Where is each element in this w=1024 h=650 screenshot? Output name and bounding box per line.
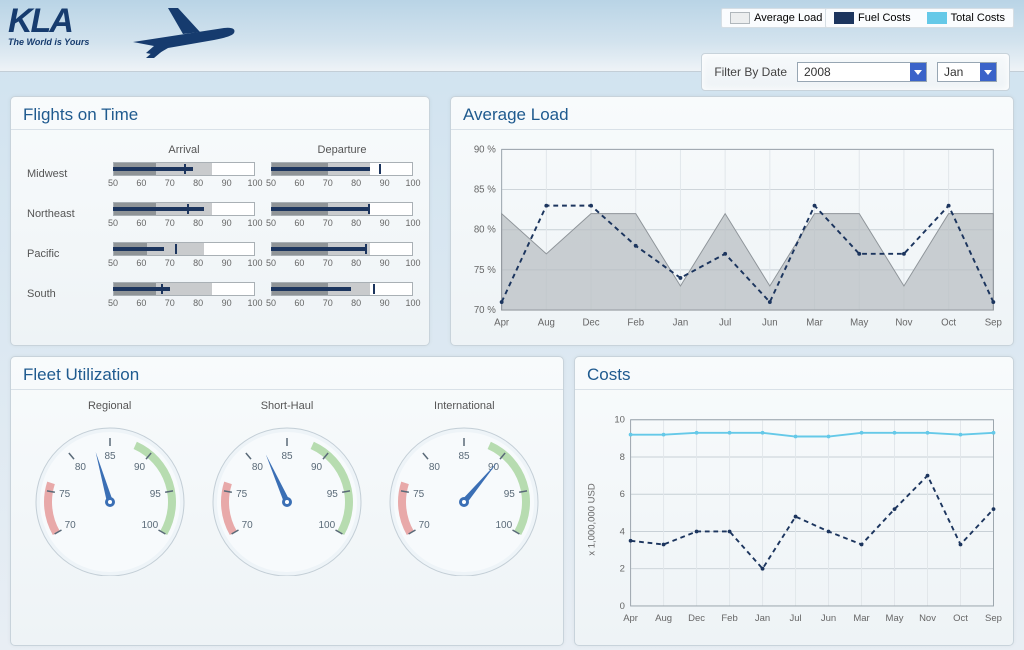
panel-title: Costs [575,357,1013,390]
svg-text:Dec: Dec [688,613,705,624]
flights-panel: Flights on Time Arrival Departure Midwes… [10,96,430,346]
gauge-shorthaul: 70 75 80 85 90 95 100 [207,416,367,576]
svg-text:100: 100 [141,520,158,531]
gauge-international: 707580859095100 [384,416,544,576]
svg-text:95: 95 [327,489,339,500]
svg-text:80: 80 [75,462,87,473]
svg-text:75 %: 75 % [474,265,496,276]
bullet-chart: 5060708090100 [271,242,413,276]
svg-text:Jan: Jan [673,318,689,329]
bullet-chart: 5060708090100 [271,162,413,196]
filter-bar: Filter By Date 2008 Jan [701,53,1010,91]
svg-text:8: 8 [620,452,625,463]
region-label: Pacific [27,242,97,276]
region-label: Northeast [27,202,97,236]
svg-text:85: 85 [459,451,471,462]
gauge-title: Short-Haul [207,400,367,412]
svg-text:May: May [886,613,904,624]
avgload-panel: Average Load Average Load Factor Breakev… [450,96,1014,346]
bullet-chart: 5060708090100 [271,202,413,236]
year-dropdown[interactable]: 2008 [797,62,927,82]
bullet-chart: 5060708090100 [271,282,413,316]
svg-text:Jan: Jan [755,613,770,624]
svg-text:6: 6 [620,489,625,500]
bullet-chart: 5060708090100 [113,242,255,276]
svg-text:75: 75 [413,489,425,500]
svg-text:2: 2 [620,564,625,575]
svg-text:x 1,000,000 USD: x 1,000,000 USD [587,483,598,555]
panel-title: Flights on Time [11,97,429,130]
logo: KLA The World is Yours [8,2,228,62]
svg-text:Nov: Nov [895,318,912,329]
filter-label: Filter By Date [714,65,787,79]
bullets-grid: Arrival Departure Midwest 5060708090100 50… [21,136,419,316]
col-departure: Departure [271,144,413,156]
svg-text:Jul: Jul [719,318,731,329]
panel-title: Fleet Utilization [11,357,563,390]
svg-text:Mar: Mar [806,318,823,329]
svg-text:70: 70 [242,520,254,531]
month-dropdown[interactable]: Jan [937,62,997,82]
gauge-title: Regional [30,400,190,412]
svg-text:Apr: Apr [623,613,638,624]
avgload-chart: 70 % 75 % 80 % 85 % 90 % Apr Aug Dec Feb Jan Jul Ju… [461,136,1003,337]
svg-text:100: 100 [318,520,335,531]
bullet-chart: 5060708090100 [113,282,255,316]
airplane-icon [128,0,238,60]
svg-text:75: 75 [59,489,71,500]
bullet-chart: 5060708090100 [113,202,255,236]
svg-text:Jul: Jul [789,613,801,624]
chevron-down-icon [910,63,926,81]
costs-panel: Costs Fuel Costs Total Costs 0246810AprA… [574,356,1014,646]
svg-text:Sep: Sep [985,613,1002,624]
region-label: South [27,282,97,316]
svg-text:75: 75 [236,489,248,500]
svg-text:Oct: Oct [953,613,968,624]
svg-text:85: 85 [281,451,293,462]
svg-text:80: 80 [252,462,264,473]
svg-text:85: 85 [104,451,116,462]
chevron-down-icon [980,63,996,81]
svg-text:Jun: Jun [821,613,836,624]
svg-text:85 %: 85 % [474,184,496,195]
svg-text:70: 70 [419,520,431,531]
svg-text:Jun: Jun [762,318,778,329]
svg-text:Feb: Feb [627,318,644,329]
svg-text:70 %: 70 % [474,305,496,316]
svg-text:100: 100 [496,520,513,531]
bullet-chart: 5060708090100 [113,162,255,196]
svg-text:Nov: Nov [919,613,936,624]
gauges-row: Regional 70 75 80 85 90 95 100 Short-Haul 70 75 80… [21,396,553,579]
svg-text:4: 4 [620,526,625,537]
dashboard-grid: Flights on Time Arrival Departure Midwes… [0,72,1024,650]
year-value: 2008 [804,65,831,79]
svg-text:Sep: Sep [985,318,1002,329]
svg-text:70: 70 [64,520,76,531]
col-arrival: Arrival [113,144,255,156]
costs-chart: 0 2 4 6 8 10 Apr Aug Dec Feb Jan Jul Jun Mar May Nov Oct… [585,396,1003,643]
month-value: Jan [944,65,963,79]
svg-text:0: 0 [620,601,625,612]
svg-text:Apr: Apr [494,318,510,329]
svg-text:80: 80 [429,462,441,473]
svg-text:90 %: 90 % [474,144,496,155]
svg-text:10: 10 [614,415,625,426]
fleet-panel: Fleet Utilization Regional 70 75 80 85 90 95 10… [10,356,564,646]
gauge-title: International [384,400,544,412]
svg-text:95: 95 [149,489,161,500]
svg-text:Oct: Oct [941,318,956,329]
svg-text:Dec: Dec [582,318,599,329]
svg-text:95: 95 [504,489,516,500]
region-label: Midwest [27,162,97,196]
svg-text:Aug: Aug [538,318,555,329]
svg-text:90: 90 [311,462,323,473]
svg-text:80 %: 80 % [474,225,496,236]
svg-text:Aug: Aug [655,613,672,624]
gauge-regional: 70 75 80 85 90 95 100 [30,416,190,576]
svg-text:May: May [850,318,868,329]
svg-text:Feb: Feb [721,613,737,624]
svg-text:Mar: Mar [853,613,869,624]
svg-text:90: 90 [134,462,146,473]
panel-title: Average Load [451,97,1013,130]
